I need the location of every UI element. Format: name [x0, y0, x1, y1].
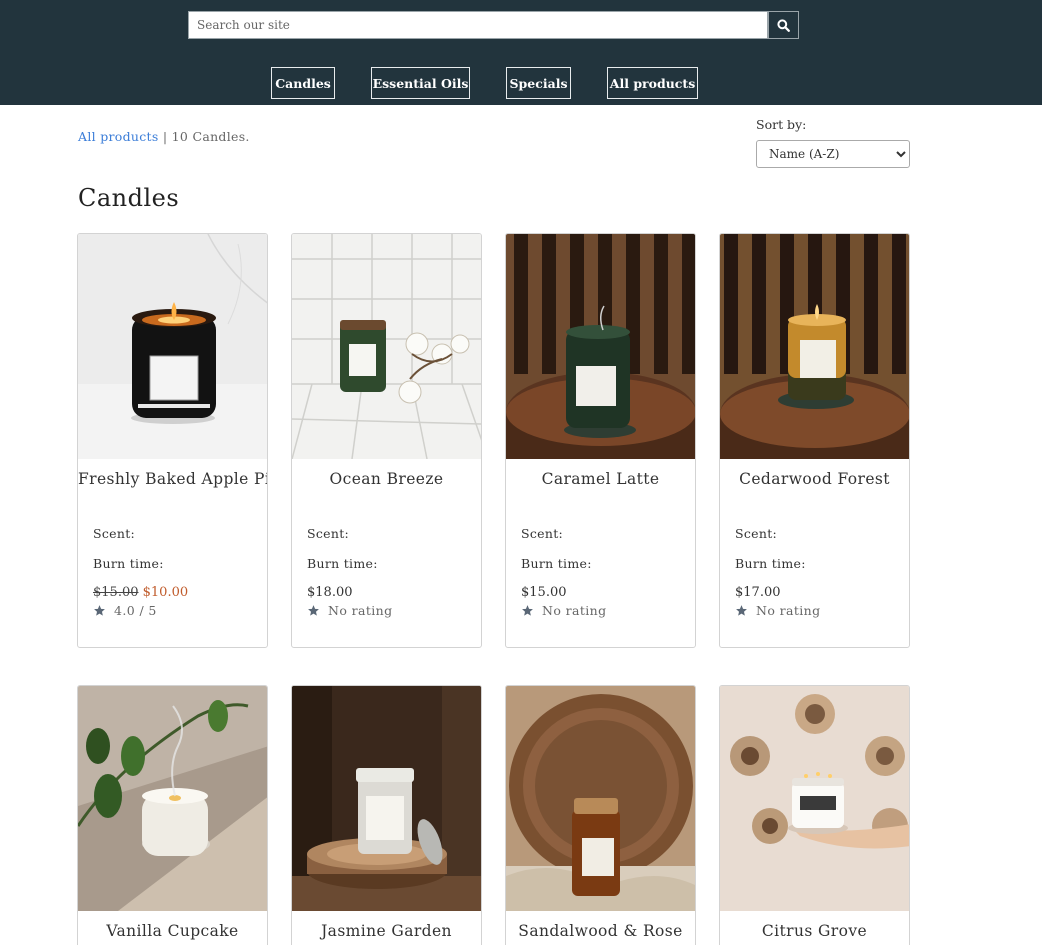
rating: No rating — [735, 603, 821, 618]
breadcrumb: All products | 10 Candles. — [78, 129, 250, 144]
original-price: $15.00 — [93, 585, 139, 600]
nav-essential-oils[interactable]: Essential Oils — [371, 67, 470, 99]
price: $17.00 — [735, 585, 781, 600]
scent-label: Scent: — [93, 526, 136, 541]
search-button[interactable] — [768, 11, 799, 39]
rating: No rating — [521, 603, 607, 618]
search-input[interactable] — [188, 11, 768, 39]
search-icon — [777, 18, 790, 32]
current-price: $17.00 — [735, 585, 781, 600]
site-header: Candles Essential Oils Specials All prod… — [0, 0, 1042, 105]
price: $15.00 — [521, 585, 567, 600]
scent-label: Scent: — [521, 526, 564, 541]
search-bar — [188, 11, 799, 39]
product-name[interactable]: Vanilla Cupcake — [78, 922, 267, 940]
product-name[interactable]: Citrus Grove — [720, 922, 909, 940]
product-card[interactable]: Freshly Baked Apple Pie Scent: Burn time… — [77, 233, 268, 648]
price: $15.00 $10.00 — [93, 585, 188, 600]
star-icon — [94, 605, 105, 616]
product-image[interactable] — [506, 686, 695, 911]
breadcrumb-all-products-link[interactable]: All products — [78, 129, 159, 144]
star-icon — [522, 605, 533, 616]
product-name[interactable]: Cedarwood Forest — [720, 470, 909, 488]
product-card[interactable]: Cedarwood Forest Scent: Burn time: $17.0… — [719, 233, 910, 648]
product-image[interactable] — [292, 234, 481, 459]
product-image[interactable] — [506, 234, 695, 459]
product-card[interactable]: Ocean Breeze Scent: Burn time: $18.00 No… — [291, 233, 482, 648]
star-icon — [736, 605, 747, 616]
rating-text: No rating — [756, 603, 821, 618]
rating-text: No rating — [542, 603, 607, 618]
product-image[interactable] — [292, 686, 481, 911]
product-card[interactable]: Sandalwood & Rose — [505, 685, 696, 945]
nav-candles[interactable]: Candles — [271, 67, 335, 99]
burn-time-label: Burn time: — [521, 556, 592, 571]
rating-text: 4.0 / 5 — [114, 603, 157, 618]
product-name[interactable]: Ocean Breeze — [292, 470, 481, 488]
scent-label: Scent: — [307, 526, 350, 541]
product-name[interactable]: Freshly Baked Apple Pie — [78, 470, 267, 488]
rating: No rating — [307, 603, 393, 618]
sale-price: $10.00 — [142, 585, 189, 600]
current-price: $18.00 — [307, 585, 353, 600]
nav-all-products[interactable]: All products — [607, 67, 698, 99]
sort-label: Sort by: — [756, 117, 807, 132]
burn-time-label: Burn time: — [93, 556, 164, 571]
price: $18.00 — [307, 585, 353, 600]
product-name[interactable]: Caramel Latte — [506, 470, 695, 488]
product-card[interactable]: Caramel Latte Scent: Burn time: $15.00 N… — [505, 233, 696, 648]
rating-text: No rating — [328, 603, 393, 618]
product-image[interactable] — [78, 686, 267, 911]
burn-time-label: Burn time: — [735, 556, 806, 571]
burn-time-label: Burn time: — [307, 556, 378, 571]
sort-select[interactable]: Name (A-Z) — [756, 140, 910, 168]
product-count: 10 Candles. — [171, 129, 250, 144]
page-title: Candles — [78, 184, 180, 212]
breadcrumb-separator: | — [162, 129, 168, 144]
star-icon — [308, 605, 319, 616]
product-image[interactable] — [720, 686, 909, 911]
product-image[interactable] — [720, 234, 909, 459]
current-price: $15.00 — [521, 585, 567, 600]
rating: 4.0 / 5 — [93, 603, 157, 618]
product-card[interactable]: Vanilla Cupcake — [77, 685, 268, 945]
product-image[interactable] — [78, 234, 267, 459]
product-name[interactable]: Sandalwood & Rose — [506, 922, 695, 940]
product-name[interactable]: Jasmine Garden — [292, 922, 481, 940]
product-card[interactable]: Jasmine Garden — [291, 685, 482, 945]
nav-specials[interactable]: Specials — [506, 67, 571, 99]
scent-label: Scent: — [735, 526, 778, 541]
product-card[interactable]: Citrus Grove — [719, 685, 910, 945]
